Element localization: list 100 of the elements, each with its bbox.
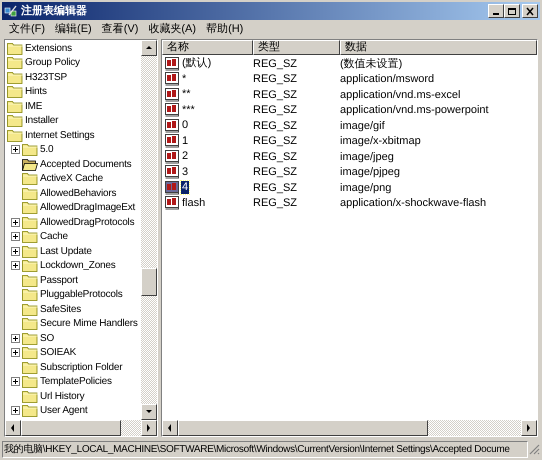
tree-item[interactable]: Extensions	[25, 42, 72, 55]
tree-item[interactable]: H323TSP	[25, 70, 67, 84]
expand-icon[interactable]	[11, 348, 20, 358]
scroll-down-button[interactable]	[141, 404, 157, 420]
scrollbar-thumb[interactable]	[21, 420, 121, 436]
value-name[interactable]: 1	[181, 134, 190, 148]
menu-item[interactable]: 收藏夹(A)	[143, 21, 202, 38]
table-cell-text: REG_SZ	[253, 88, 298, 102]
folder-icon	[7, 42, 23, 55]
table-cell-text: REG_SZ	[253, 134, 298, 149]
tree-item[interactable]: 5.0	[40, 143, 54, 156]
menu-item[interactable]: 查看(V)	[96, 21, 144, 38]
folder-icon	[22, 216, 38, 229]
value-name[interactable]: 0	[181, 119, 190, 132]
string-value-icon	[165, 180, 181, 195]
string-value-icon	[165, 134, 181, 148]
tree-item[interactable]: AllowedDragProtocols	[40, 216, 134, 229]
table-cell-text: REG_SZ	[253, 165, 298, 180]
scroll-right-button[interactable]	[521, 420, 537, 436]
string-value-icon	[165, 165, 181, 180]
expand-icon[interactable]	[11, 334, 20, 343]
tree-item[interactable]: ActiveX Cache	[40, 172, 103, 186]
value-name[interactable]: 2	[181, 150, 190, 164]
tree-item[interactable]: IME	[25, 100, 42, 113]
tree-item[interactable]: Lockdown_Zones	[40, 259, 116, 272]
expand-icon[interactable]	[11, 246, 20, 256]
value-name[interactable]: (默认)	[181, 57, 212, 70]
tree-item[interactable]: User Agent	[40, 404, 88, 418]
scrollbar-thumb[interactable]	[178, 420, 428, 436]
column-header[interactable]: 名称	[162, 40, 253, 55]
tree-item[interactable]: Group Policy	[25, 56, 80, 70]
value-name[interactable]: **	[181, 88, 192, 102]
scroll-up-button[interactable]	[141, 40, 157, 56]
table-cell-text: application/vnd.ms-excel	[340, 88, 460, 102]
scroll-right-button[interactable]	[141, 420, 157, 436]
expand-icon[interactable]	[11, 218, 20, 227]
expand-icon[interactable]	[11, 261, 20, 270]
tree-item[interactable]: Installer	[25, 114, 58, 128]
expand-icon[interactable]	[11, 406, 20, 416]
menu-item[interactable]: 帮助(H)	[201, 21, 248, 38]
folder-icon	[22, 302, 38, 316]
tree-item[interactable]: Secure Mime Handlers	[40, 317, 138, 330]
folder-icon	[22, 360, 38, 374]
tree-item[interactable]: Cache	[40, 230, 68, 244]
tree-item[interactable]: Subscription Folder	[40, 360, 122, 374]
tree-item[interactable]: Last Update	[40, 244, 92, 258]
table-cell-text: image/x-xbitmap	[340, 134, 421, 149]
folder-icon	[7, 114, 23, 128]
scrollbar-thumb[interactable]	[141, 268, 157, 296]
tree-item[interactable]: Url History	[40, 390, 84, 403]
folder-icon	[22, 230, 38, 244]
folder-icon	[7, 56, 23, 70]
tree-item[interactable]: Hints	[25, 85, 47, 98]
minimize-button[interactable]	[488, 4, 504, 18]
table-cell-text: application/msword	[340, 72, 434, 87]
column-header[interactable]: 数据	[340, 40, 537, 55]
tree-item[interactable]: SOIEAK	[40, 346, 76, 360]
expand-icon[interactable]	[11, 145, 20, 154]
tree-item[interactable]: AllowedBehaviors	[40, 186, 116, 200]
tree-item[interactable]: TemplatePolicies	[40, 375, 112, 388]
table-cell-text: REG_SZ	[253, 72, 298, 87]
value-name[interactable]: flash	[181, 196, 206, 210]
tree-item[interactable]: SafeSites	[40, 302, 82, 316]
folder-icon	[22, 288, 38, 302]
folder-icon	[22, 404, 38, 418]
column-header[interactable]: 类型	[253, 40, 340, 55]
table-cell-text: REG_SZ	[253, 150, 298, 164]
expand-icon[interactable]	[11, 377, 20, 386]
string-value-icon	[165, 150, 181, 164]
scroll-left-button[interactable]	[5, 420, 21, 436]
tree-item[interactable]: SO	[40, 332, 54, 345]
value-name[interactable]: *	[181, 72, 188, 86]
maximize-icon	[507, 6, 517, 16]
expand-icon[interactable]	[11, 232, 20, 242]
tree-item[interactable]: Accepted Documents	[40, 158, 132, 171]
tree-item[interactable]: AllowedDragImageExt	[40, 201, 136, 214]
value-name[interactable]: 3	[181, 166, 190, 179]
tree-item[interactable]: Passport	[40, 274, 78, 287]
maximize-button[interactable]	[504, 4, 520, 18]
value-name[interactable]: ***	[181, 104, 196, 117]
folder-icon	[22, 346, 38, 360]
menu-item[interactable]: 文件(F)	[4, 21, 50, 38]
close-button[interactable]	[522, 4, 538, 18]
folder-icon	[7, 70, 23, 84]
close-icon	[525, 6, 535, 16]
folder-icon	[22, 143, 38, 156]
folder-icon	[22, 332, 38, 345]
value-name[interactable]: 4	[181, 181, 190, 194]
table-cell-text: application/x-shockwave-flash	[340, 196, 486, 211]
scroll-left-button[interactable]	[162, 420, 178, 436]
resize-grip-icon[interactable]	[528, 443, 540, 455]
tree-item[interactable]: Internet Settings	[25, 128, 94, 142]
table-cell-text: REG_SZ	[253, 103, 298, 118]
folder-icon	[22, 274, 38, 287]
tree-item[interactable]: PluggableProtocols	[40, 288, 123, 302]
string-value-icon	[165, 72, 181, 86]
string-value-icon	[165, 103, 181, 118]
folder-icon	[22, 317, 38, 330]
string-value-icon	[165, 88, 181, 102]
menu-item[interactable]: 编辑(E)	[50, 21, 97, 38]
